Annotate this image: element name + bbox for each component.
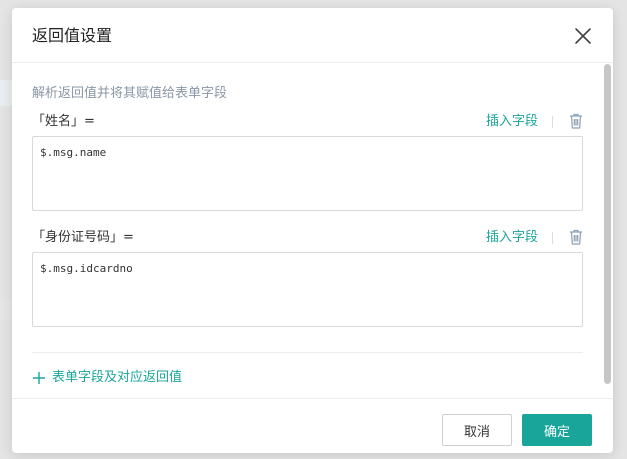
dialog-body: 解析返回值并将其赋值给表单字段 「姓名」= 插入字段 「身份证号码」= 插入字段 <box>12 64 613 398</box>
dialog-hint: 解析返回值并将其赋值给表单字段 <box>32 86 228 101</box>
add-field-mapping-label: 表单字段及对应返回值 <box>52 370 183 385</box>
divider <box>32 352 583 353</box>
separator <box>552 116 553 128</box>
confirm-button[interactable]: 确定 <box>522 414 592 446</box>
delete-field-button[interactable] <box>569 113 583 129</box>
dialog-footer: 取消 确定 <box>12 398 613 453</box>
dialog-title: 返回值设置 <box>32 26 113 45</box>
delete-field-button[interactable] <box>569 229 583 245</box>
close-icon <box>575 28 591 44</box>
trash-icon <box>570 229 582 245</box>
field-label: 「姓名」= <box>32 114 95 129</box>
close-button[interactable] <box>572 25 594 47</box>
trash-icon <box>570 113 582 129</box>
add-field-mapping-button[interactable]: 表单字段及对应返回值 <box>32 370 182 386</box>
field-label: 「身份证号码」= <box>32 230 134 245</box>
return-value-input[interactable] <box>32 136 583 211</box>
return-value-dialog: 返回值设置 解析返回值并将其赋值给表单字段 「姓名」= 插入字段 「身份证号码」… <box>12 8 613 453</box>
return-value-input[interactable] <box>32 252 583 327</box>
insert-field-link[interactable]: 插入字段 <box>486 114 538 130</box>
scrollbar-thumb[interactable] <box>604 64 611 384</box>
separator <box>552 232 553 244</box>
scrollbar[interactable] <box>603 64 613 398</box>
plus-icon <box>33 372 45 384</box>
dialog-header: 返回值设置 <box>12 8 613 63</box>
cancel-button[interactable]: 取消 <box>442 414 512 446</box>
insert-field-link[interactable]: 插入字段 <box>486 230 538 246</box>
